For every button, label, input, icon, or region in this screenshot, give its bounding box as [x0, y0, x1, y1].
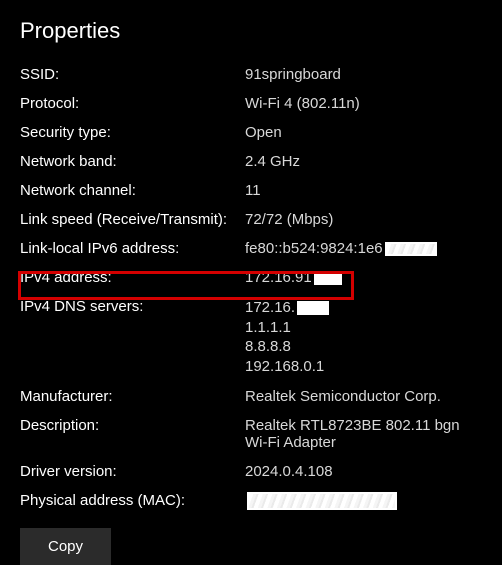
page-title: Properties [20, 18, 482, 44]
ipv4-text: 172.16.91 [245, 269, 312, 286]
label-ssid: SSID: [20, 66, 245, 83]
value-protocol: Wi-Fi 4 (802.11n) [245, 95, 482, 112]
value-mac [245, 492, 482, 510]
ipv6-text: fe80::b524:9824:1e6 [245, 240, 383, 257]
value-ipv6: fe80::b524:9824:1e6 [245, 240, 482, 257]
value-security: Open [245, 124, 482, 141]
label-protocol: Protocol: [20, 95, 245, 112]
copy-button[interactable]: Copy [20, 528, 111, 565]
value-channel: 11 [245, 182, 482, 199]
redaction-block [314, 271, 342, 285]
label-security: Security type: [20, 124, 245, 141]
label-channel: Network channel: [20, 182, 245, 199]
dns-3: 192.168.0.1 [245, 357, 482, 377]
label-mac: Physical address (MAC): [20, 492, 245, 510]
value-band: 2.4 GHz [245, 153, 482, 170]
label-ipv4: IPv4 address: [20, 269, 245, 286]
value-manufacturer: Realtek Semiconductor Corp. [245, 388, 482, 405]
label-description: Description: [20, 417, 245, 451]
label-dns: IPv4 DNS servers: [20, 298, 245, 376]
label-driver: Driver version: [20, 463, 245, 480]
redaction-block [297, 301, 329, 315]
label-manufacturer: Manufacturer: [20, 388, 245, 405]
redaction-block [385, 242, 437, 256]
dns-1: 1.1.1.1 [245, 318, 482, 338]
dns-2: 8.8.8.8 [245, 337, 482, 357]
dns-0: 172.16. [245, 299, 295, 316]
label-band: Network band: [20, 153, 245, 170]
properties-grid: SSID: 91springboard Protocol: Wi-Fi 4 (8… [20, 66, 482, 510]
value-linkspeed: 72/72 (Mbps) [245, 211, 482, 228]
label-linkspeed: Link speed (Receive/Transmit): [20, 211, 245, 228]
label-ipv6: Link-local IPv6 address: [20, 240, 245, 257]
value-ipv4: 172.16.91 [245, 269, 482, 286]
value-driver: 2024.0.4.108 [245, 463, 482, 480]
value-description: Realtek RTL8723BE 802.11 bgn Wi-Fi Adapt… [245, 417, 482, 451]
redaction-block [247, 492, 397, 510]
value-dns: 172.16. 1.1.1.1 8.8.8.8 192.168.0.1 [245, 298, 482, 376]
value-ssid: 91springboard [245, 66, 482, 83]
